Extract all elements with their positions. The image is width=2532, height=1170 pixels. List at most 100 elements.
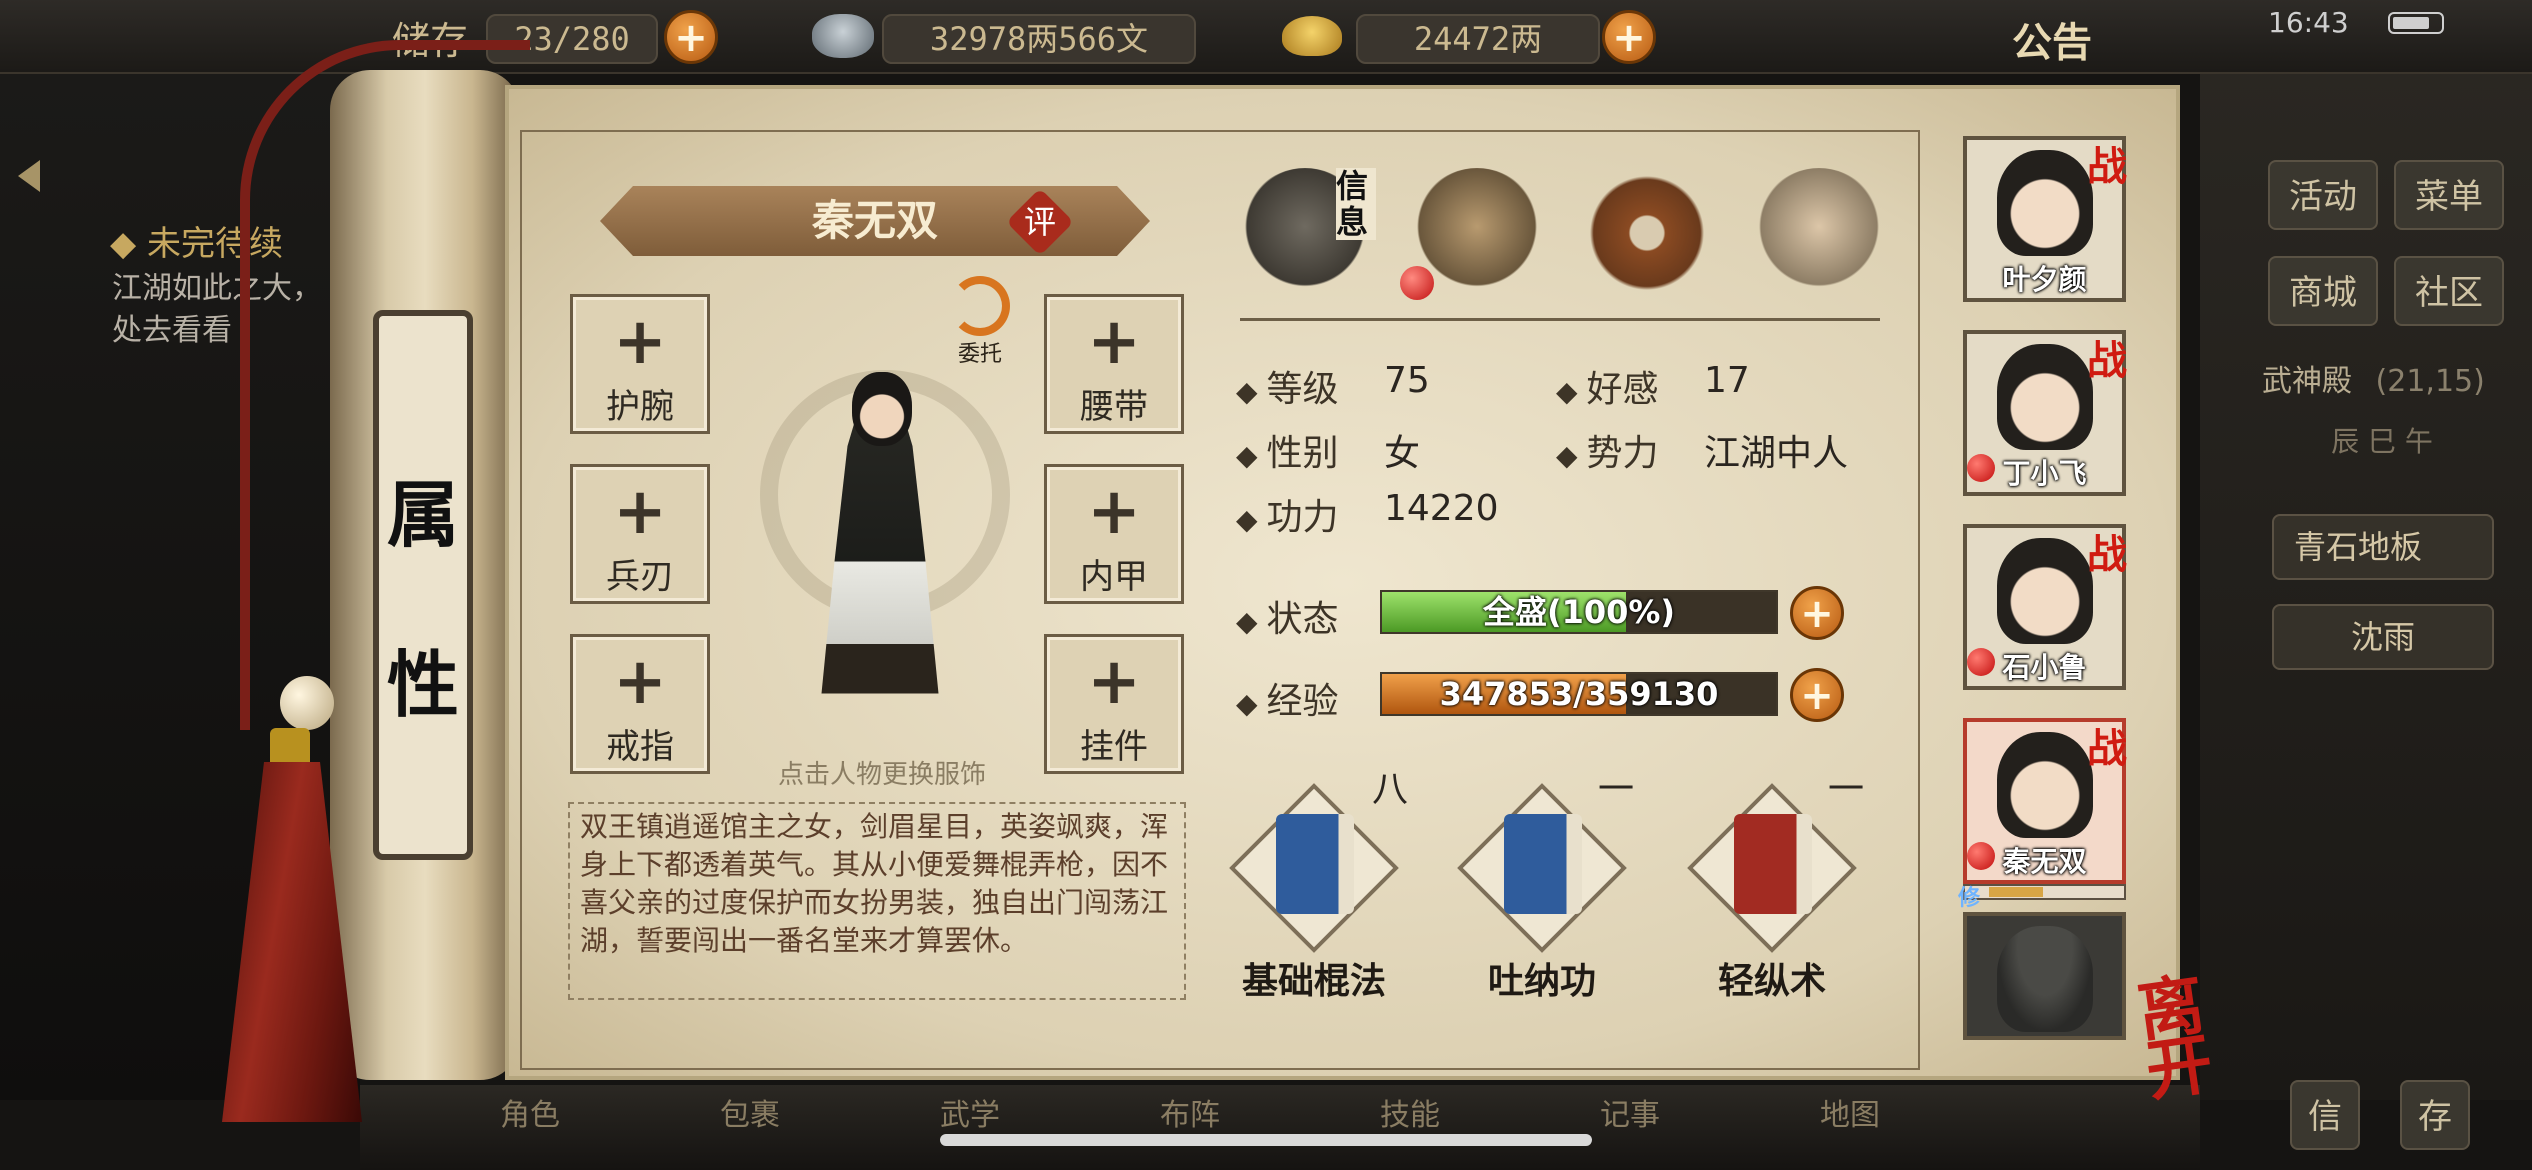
gold-amount: 24472两: [1356, 14, 1600, 64]
skill-book-icon: [1734, 814, 1812, 914]
skill-3-name: 轻纵术: [1717, 961, 1826, 1002]
plus-icon: +: [613, 305, 667, 379]
info-tab-label: 信息: [1336, 168, 1376, 240]
slot-bracer[interactable]: + 护腕: [570, 294, 710, 434]
team-member-2[interactable]: 战 丁小飞: [1963, 330, 2127, 496]
dock-journal[interactable]: 记事: [1600, 1090, 1780, 1166]
home-indicator: [940, 1134, 1592, 1146]
slot-label: 戒指: [606, 727, 674, 767]
silver-icon: [812, 14, 874, 58]
entrust-icon[interactable]: [950, 276, 1010, 336]
plus-icon: +: [613, 645, 667, 719]
location-readout: 武神殿 (21,15): [2262, 352, 2502, 412]
skill-1-level: 八: [1371, 769, 1408, 810]
stat-faction-key: 势力: [1556, 424, 1658, 476]
cultivation-progress: [1963, 884, 2126, 900]
battery-icon: [2388, 12, 2444, 34]
exp-bar: 347853/359130: [1380, 672, 1778, 716]
stat-faction-value: 江湖中人: [1704, 433, 1849, 474]
member-name: 石小鲁: [2002, 651, 2087, 684]
exp-bar-text: 347853/359130: [1439, 675, 1719, 713]
dock-role[interactable]: 角色: [500, 1090, 680, 1166]
character-head[interactable]: [852, 372, 912, 446]
gold-add-button[interactable]: +: [1602, 10, 1656, 64]
slot-weapon[interactable]: + 兵刃: [570, 464, 710, 604]
team-member-1[interactable]: 战 叶夕颜: [1963, 136, 2127, 302]
attribute-tab-label: 属性: [386, 472, 459, 727]
member-portrait: [1997, 150, 2093, 256]
member-name: 丁小飞: [2002, 457, 2087, 490]
status-clock: 16:43: [2268, 6, 2349, 39]
community-button[interactable]: 社区: [2394, 256, 2504, 326]
skill-book-icon: [1504, 814, 1582, 914]
slot-label: 挂件: [1080, 727, 1148, 767]
battle-mark: 战: [2087, 531, 2127, 578]
slot-armor[interactable]: + 内甲: [1044, 464, 1184, 604]
slot-label: 护腕: [606, 387, 674, 427]
activity-button[interactable]: 活动: [2268, 160, 2378, 230]
bag-add-button[interactable]: +: [664, 10, 718, 64]
dock-bag[interactable]: 包裹: [720, 1090, 900, 1166]
rate-label: 评: [1023, 202, 1057, 241]
slot-label: 腰带: [1080, 387, 1148, 427]
plus-icon: +: [613, 475, 667, 549]
plus-icon: +: [1087, 645, 1141, 719]
stat-power-value: 14220: [1384, 488, 1499, 529]
location-coords: (21,15): [2375, 364, 2485, 399]
character-bio: 双王镇逍遥馆主之女，剑眉星目，英姿飒爽，浑身上下都透着英气。其从小便爱舞棍弄枪，…: [568, 802, 1186, 1000]
battle-mark: 战: [2087, 725, 2127, 772]
skill-2-level: 一: [1597, 769, 1634, 810]
time-band: 辰 巳 午: [2331, 425, 2433, 458]
exp-add-button[interactable]: +: [1790, 668, 1844, 722]
dock-formation[interactable]: 布阵: [1160, 1090, 1340, 1166]
slot-label: 内甲: [1080, 557, 1148, 597]
stat-gender-key: 性别: [1236, 424, 1338, 476]
slot-belt[interactable]: + 腰带: [1044, 294, 1184, 434]
slot-pendant[interactable]: + 挂件: [1044, 634, 1184, 774]
tassel-bead: [280, 676, 334, 730]
stat-status-key: 状态: [1236, 590, 1338, 642]
dock-map[interactable]: 地图: [1820, 1090, 2000, 1166]
stat-favor-key: 好感: [1556, 360, 1658, 412]
location-name: 武神殿: [2262, 364, 2352, 399]
dock-skill[interactable]: 技能: [1380, 1090, 1560, 1166]
cultivation-progress-fill: [1989, 887, 2043, 897]
silver-amount: 32978两566文: [882, 14, 1196, 64]
member-name: 叶夕颜: [2002, 263, 2087, 296]
skill-1-name: 基础棍法: [1241, 961, 1386, 1002]
change-outfit-hint: 点击人物更换服饰: [777, 760, 986, 790]
slot-ring[interactable]: + 戒指: [570, 634, 710, 774]
team-member-4[interactable]: 战 秦无双: [1963, 718, 2127, 884]
meridian-body-icon[interactable]: [1754, 168, 1884, 298]
leave-button[interactable]: 离开: [2133, 965, 2240, 1111]
member-portrait: [1997, 538, 2093, 644]
collapse-arrow-icon[interactable]: [18, 160, 40, 192]
npc-item-button[interactable]: 沈雨: [2272, 604, 2494, 670]
stat-gender-value: 女: [1384, 433, 1421, 474]
bagua-icon[interactable]: [1582, 168, 1712, 298]
notification-dot: [1400, 266, 1434, 300]
status-add-button[interactable]: +: [1790, 586, 1844, 640]
letter-button[interactable]: 信: [2290, 1080, 2360, 1150]
stats-divider: [1240, 318, 1880, 321]
cultivation-tag: 修: [1958, 886, 1981, 911]
status-bar: 全盛(100%): [1380, 590, 1778, 634]
stat-favor-value: 17: [1704, 360, 1750, 401]
shop-button[interactable]: 商城: [2268, 256, 2378, 326]
team-member-3[interactable]: 战 石小鲁: [1963, 524, 2127, 690]
plus-icon: +: [1087, 305, 1141, 379]
team-member-5[interactable]: [1963, 912, 2126, 1040]
stat-level-value: 75: [1384, 360, 1430, 401]
save-button[interactable]: 存: [2400, 1080, 2470, 1150]
skill-book-icon: [1276, 814, 1354, 914]
skill-2-name: 吐纳功: [1487, 961, 1596, 1002]
member-portrait: [1997, 926, 2093, 1032]
skill-3-level: 一: [1827, 769, 1864, 810]
member-portrait: [1997, 344, 2093, 450]
dock-martial[interactable]: 武学: [940, 1090, 1120, 1166]
notice-button[interactable]: 公告: [2012, 10, 2092, 68]
floor-item-button[interactable]: 青石地板: [2272, 514, 2494, 580]
menu-button[interactable]: 菜单: [2394, 160, 2504, 230]
member-portrait: [1997, 732, 2093, 838]
stat-level-key: 等级: [1236, 360, 1338, 412]
